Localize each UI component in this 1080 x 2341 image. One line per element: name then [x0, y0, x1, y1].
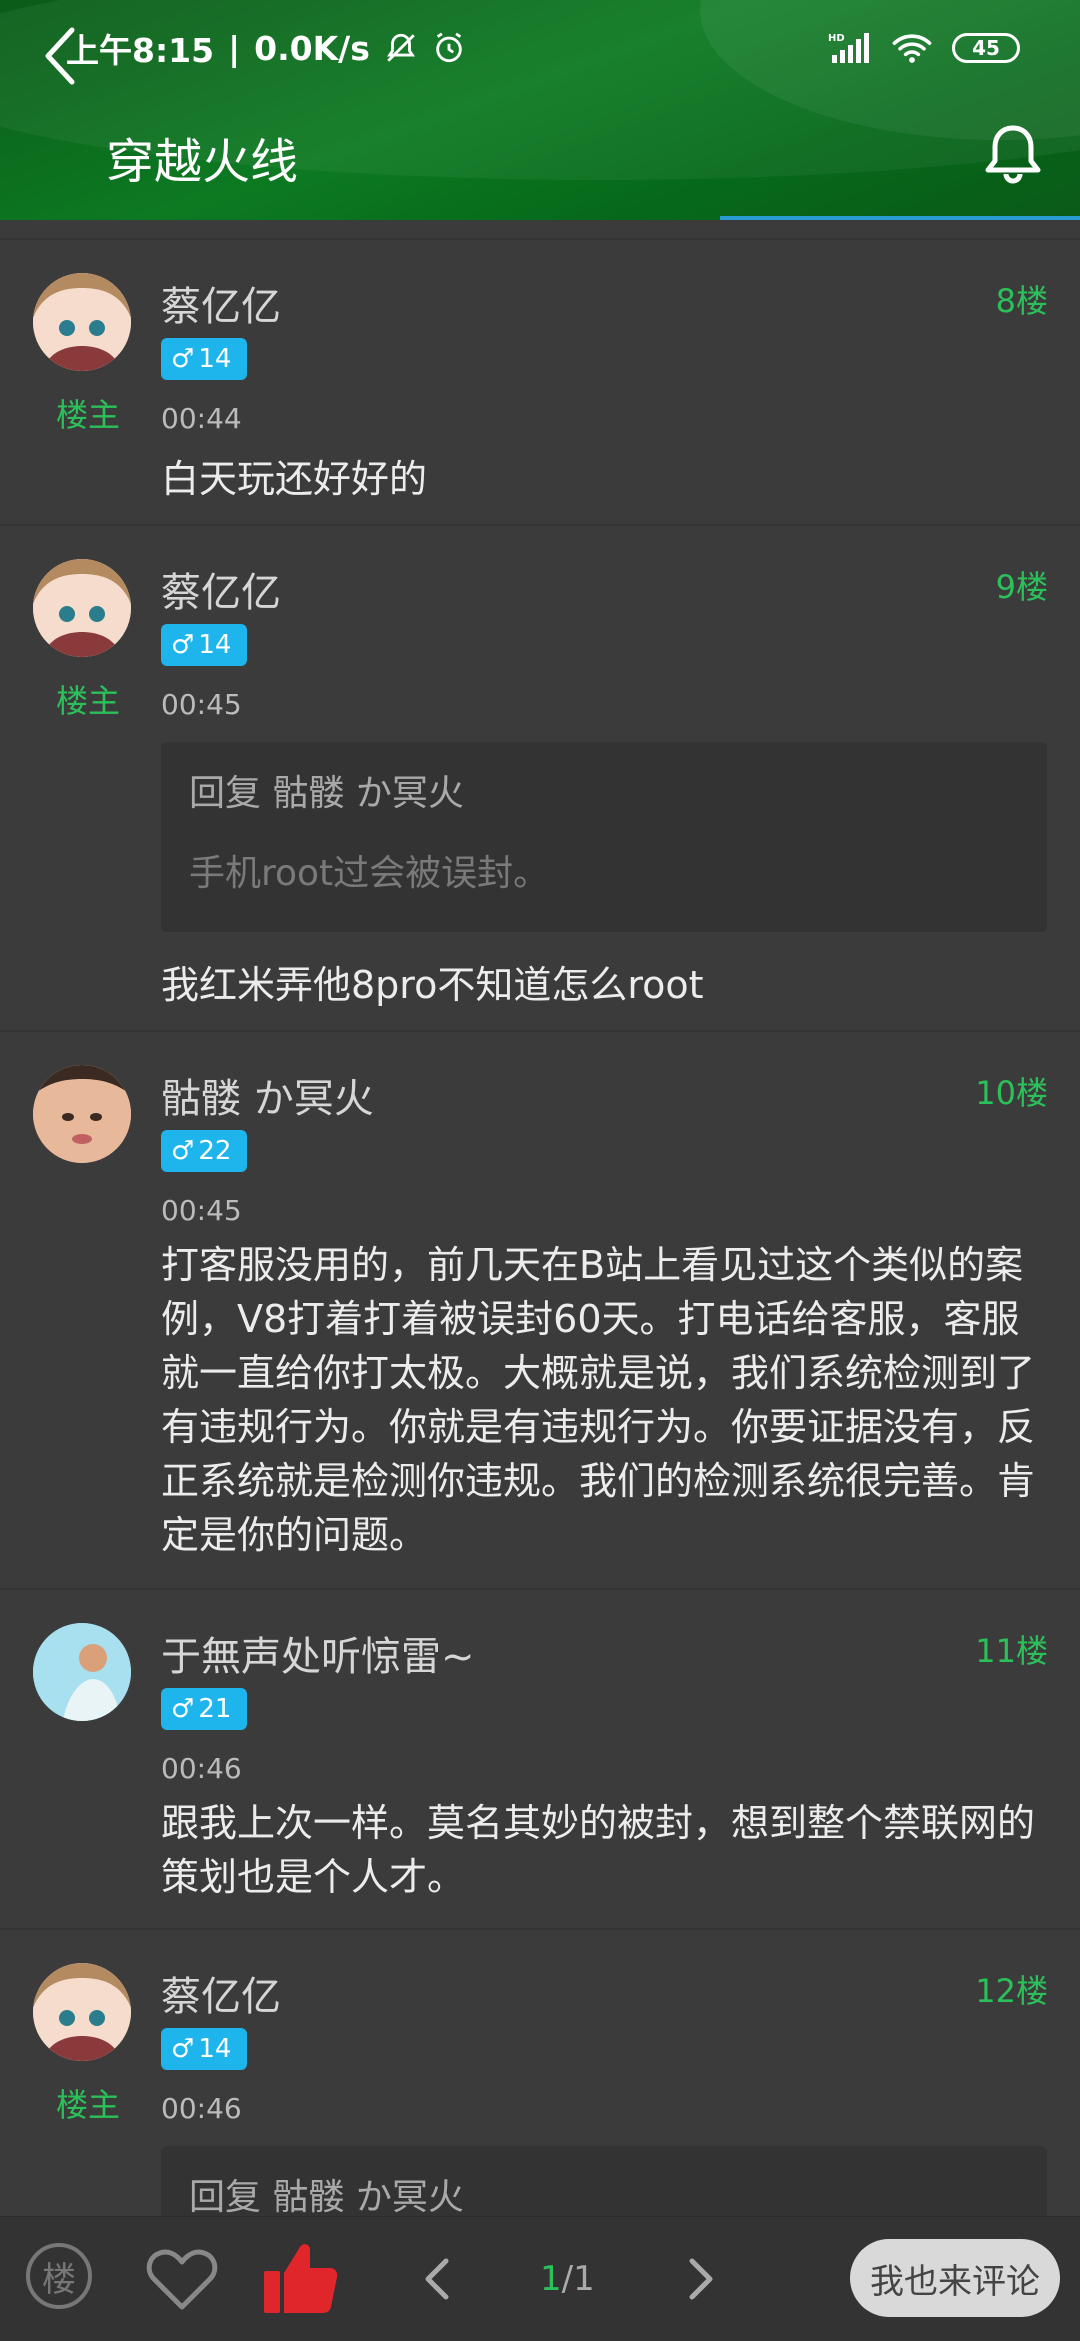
male-icon: ♂	[171, 2034, 195, 2064]
jump-floor-button[interactable]: 楼	[26, 2243, 92, 2309]
mute-bell-icon	[386, 33, 415, 62]
next-page-icon[interactable]	[686, 2257, 716, 2301]
reply-item: 楼主 蔡亿亿 12楼 ♂ 14 00:46 回复 骷髅 か冥火	[0, 1930, 1080, 2266]
signal-icon: HD	[828, 33, 869, 63]
quote-title: 回复 骷髅 か冥火	[189, 2177, 464, 2218]
username[interactable]: 于無声处听惊雷~	[161, 1624, 475, 1682]
app-header: 上午8:15 | 0.0K/s HD 45 穿越火线	[0, 0, 1080, 220]
floor-number: 9楼	[995, 568, 1048, 606]
username[interactable]: 蔡亿亿	[161, 274, 281, 332]
post-time: 00:46	[161, 1752, 242, 1785]
floor-number: 11楼	[975, 1632, 1048, 1670]
post-content: 白天玩还好好的	[161, 457, 428, 501]
alarm-icon	[436, 32, 462, 63]
status-bar: 上午8:15 | 0.0K/s HD 45	[0, 0, 1080, 96]
floor-number: 10楼	[975, 1074, 1048, 1112]
page-total: /1	[561, 2259, 595, 2299]
level-value: 14	[198, 344, 232, 374]
floor-number: 12楼	[975, 1972, 1048, 2010]
avatar[interactable]	[33, 1963, 131, 2061]
username[interactable]: 蔡亿亿	[161, 560, 281, 618]
male-icon: ♂	[171, 1694, 195, 1724]
reply-list: 楼主 蔡亿亿 8楼 ♂ 14 00:44 白天玩还好好的 楼主 蔡亿亿 9楼 ♂…	[0, 238, 1080, 2266]
svg-text:HD: HD	[828, 33, 845, 44]
page-indicator[interactable]: 1/1	[540, 2259, 595, 2299]
level-badge: ♂ 14	[161, 624, 247, 666]
male-icon: ♂	[171, 344, 195, 374]
owner-label: 楼主	[56, 2086, 121, 2124]
page-current: 1	[540, 2259, 562, 2299]
post-time: 00:45	[161, 1194, 242, 1227]
floor-number: 8楼	[995, 282, 1048, 320]
avatar[interactable]	[33, 1065, 131, 1163]
prev-page-icon[interactable]	[422, 2257, 452, 2301]
quote-text: 手机root过会被误封。	[189, 853, 550, 894]
reply-item: 楼主 蔡亿亿 8楼 ♂ 14 00:44 白天玩还好好的	[0, 238, 1080, 526]
like-thumb-icon[interactable]	[262, 2239, 340, 2317]
level-value: 14	[198, 2034, 232, 2064]
post-content: 打客服没用的，前几天在B站上看见过这个类似的案例，V8打着打着被误封60天。打电…	[161, 1243, 1036, 1557]
username[interactable]: 蔡亿亿	[161, 1964, 281, 2022]
avatar[interactable]	[33, 1623, 131, 1721]
reply-item: 骷髅 か冥火 10楼 ♂ 22 00:45 打客服没用的，前几天在B站上看见过这…	[0, 1032, 1080, 1590]
level-badge: ♂ 21	[161, 1688, 247, 1730]
reply-item: 于無声处听惊雷~ 11楼 ♂ 21 00:46 跟我上次一样。莫名其妙的被封，想…	[0, 1590, 1080, 1930]
notification-bell-icon[interactable]	[982, 122, 1044, 186]
post-content: 跟我上次一样。莫名其妙的被封，想到整个禁联网的策划也是个人才。	[161, 1801, 1036, 1899]
post-content: 我红米弄他8pro不知道怎么root	[161, 963, 704, 1007]
quote-title: 回复 骷髅 か冥火	[189, 773, 464, 814]
status-speed: 0.0K/s	[254, 28, 370, 68]
post-time: 00:46	[161, 2092, 242, 2125]
level-value: 14	[198, 630, 232, 660]
level-value: 22	[198, 1136, 232, 1166]
post-time: 00:44	[161, 402, 242, 435]
owner-label: 楼主	[56, 682, 121, 720]
reply-item: 楼主 蔡亿亿 9楼 ♂ 14 00:45 回复 骷髅 か冥火 手机root过会被…	[0, 526, 1080, 1032]
owner-label: 楼主	[56, 396, 121, 434]
header-accent-line	[720, 216, 1080, 220]
level-badge: ♂ 14	[161, 338, 247, 380]
username[interactable]: 骷髅 か冥火	[161, 1066, 374, 1124]
status-time: 上午8:15	[66, 31, 215, 70]
male-icon: ♂	[171, 630, 195, 660]
quoted-reply[interactable]: 回复 骷髅 か冥火 手机root过会被误封。	[161, 742, 1047, 932]
avatar[interactable]	[33, 559, 131, 657]
level-badge: ♂ 22	[161, 1130, 247, 1172]
back-arrow-icon[interactable]	[40, 26, 80, 86]
post-time: 00:45	[161, 688, 242, 721]
wifi-icon	[892, 34, 932, 63]
male-icon: ♂	[171, 1136, 195, 1166]
level-value: 21	[198, 1694, 232, 1724]
favorite-heart-icon[interactable]	[146, 2247, 218, 2311]
avatar[interactable]	[33, 273, 131, 371]
page-title: 穿越火线	[106, 134, 299, 190]
level-badge: ♂ 14	[161, 2028, 247, 2070]
status-divider: |	[228, 28, 241, 68]
write-comment-button[interactable]: 我也来评论	[850, 2239, 1060, 2317]
bottom-toolbar: 楼 1/1 我也来评论	[0, 2216, 1080, 2341]
battery-indicator: 45	[952, 33, 1020, 63]
